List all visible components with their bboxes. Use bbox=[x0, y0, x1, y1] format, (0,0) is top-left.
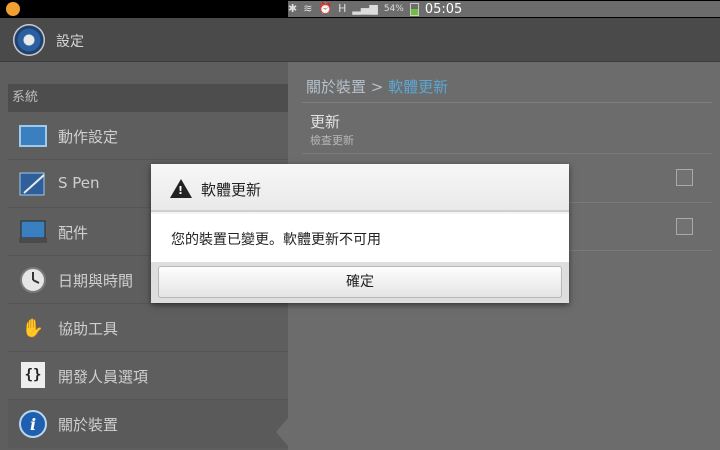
hplus-data-icon: H bbox=[338, 2, 347, 15]
breadcrumb-current: 軟體更新 bbox=[388, 78, 449, 96]
dialog-title: 軟體更新 bbox=[201, 181, 262, 199]
breadcrumb-separator: > bbox=[370, 78, 384, 96]
spen-icon bbox=[18, 170, 48, 198]
ok-button[interactable]: 確定 bbox=[158, 266, 562, 298]
dialog-body: 您的裝置已變更。軟體更新不可用 bbox=[151, 214, 569, 262]
clock-icon bbox=[18, 266, 48, 294]
sidebar-item-label: 協助工具 bbox=[58, 320, 119, 338]
sidebar-item-motion[interactable]: 動作設定 bbox=[8, 112, 288, 160]
battery-level-fill bbox=[410, 8, 418, 15]
dialog-footer: 確定 bbox=[151, 262, 569, 303]
breadcrumb: 關於裝置 > 軟體更新 bbox=[306, 76, 448, 97]
vibrate-icon: ≋ bbox=[303, 2, 313, 15]
update-title[interactable]: 更新 bbox=[310, 111, 340, 132]
sidebar-item-label: 配件 bbox=[58, 224, 89, 242]
notification-icon bbox=[6, 2, 20, 16]
svg-text:i: i bbox=[30, 415, 36, 434]
row-divider bbox=[302, 153, 712, 154]
wifi-only-checkbox[interactable] bbox=[676, 218, 693, 235]
selection-indicator bbox=[276, 418, 288, 446]
sidebar-item-about-device[interactable]: i 關於裝置 bbox=[8, 400, 288, 448]
breadcrumb-parent[interactable]: 關於裝置 bbox=[306, 78, 366, 96]
hand-icon: ✋ bbox=[21, 317, 45, 339]
update-subtitle: 檢查更新 bbox=[310, 134, 354, 147]
app-title: 設定 bbox=[56, 34, 84, 50]
sidebar-item-developer[interactable]: {} 開發人員選項 bbox=[8, 352, 288, 400]
sidebar-item-label: 日期與時間 bbox=[58, 272, 134, 290]
warning-icon-mark: ! bbox=[178, 184, 184, 197]
sidebar-item-label: 動作設定 bbox=[58, 128, 119, 146]
motion-icon bbox=[18, 122, 48, 150]
auto-update-checkbox[interactable] bbox=[676, 169, 693, 186]
sidebar-item-label: S Pen bbox=[58, 174, 100, 192]
signal-icon: ▂▄▆ bbox=[352, 2, 378, 15]
status-clock: 05:05 bbox=[424, 1, 463, 17]
developer-braces-icon: {} bbox=[21, 362, 45, 388]
sidebar-item-label: 關於裝置 bbox=[58, 416, 119, 434]
action-bar: 設定 bbox=[0, 18, 720, 62]
status-icons: ✱ ≋ ⏰ H ▂▄▆ 54% 05:05 bbox=[288, 1, 720, 17]
breadcrumb-divider bbox=[302, 102, 712, 103]
status-bar: ✱ ≋ ⏰ H ▂▄▆ 54% 05:05 bbox=[0, 0, 720, 18]
info-icon: i bbox=[18, 410, 48, 438]
battery-icon bbox=[409, 2, 419, 16]
sidebar-item-label: 開發人員選項 bbox=[58, 368, 149, 386]
bluetooth-icon: ✱ bbox=[288, 2, 298, 15]
accessory-icon bbox=[18, 218, 48, 246]
software-update-dialog: ! 軟體更新 您的裝置已變更。軟體更新不可用 確定 bbox=[151, 164, 569, 303]
battery-percent: 54% bbox=[383, 4, 404, 14]
dialog-message: 您的裝置已變更。軟體更新不可用 bbox=[171, 232, 381, 248]
dialog-header: ! 軟體更新 bbox=[151, 164, 569, 212]
sidebar-item-accessibility[interactable]: ✋ 協助工具 bbox=[8, 304, 288, 352]
alarm-icon: ⏰ bbox=[318, 2, 333, 15]
settings-gear-icon[interactable] bbox=[13, 24, 45, 56]
section-header-system: 系統 bbox=[8, 84, 288, 112]
